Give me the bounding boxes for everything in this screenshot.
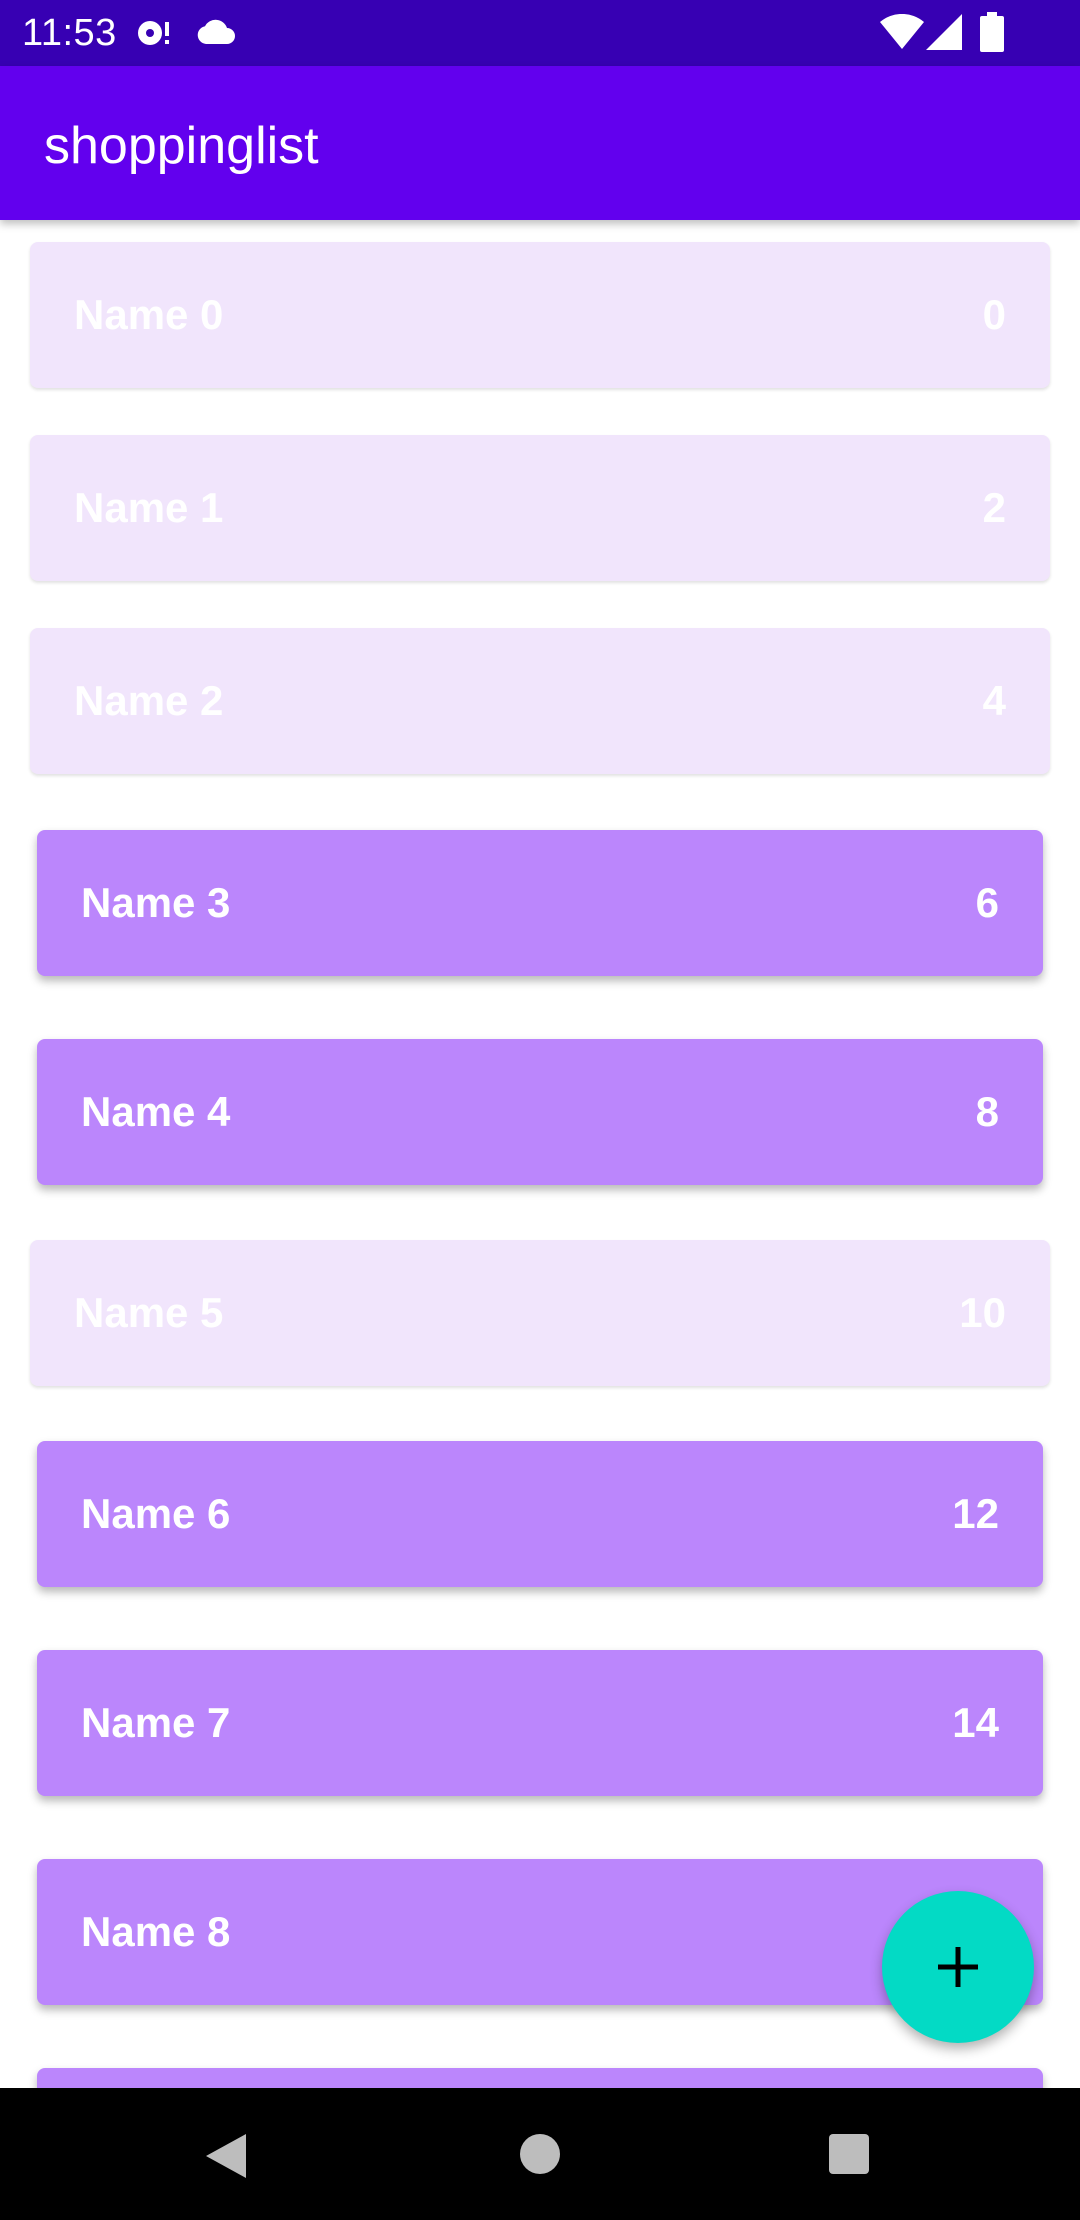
item-quantity: 4 <box>982 677 1006 724</box>
system-nav-bar <box>0 2088 1080 2220</box>
plus-icon <box>938 1947 978 1987</box>
item-quantity: 0 <box>982 291 1006 338</box>
list-item[interactable]: Name 0 0 <box>30 242 1050 388</box>
item-name: Name 0 <box>74 291 224 338</box>
sync-disc-icon <box>138 21 169 45</box>
list-item[interactable] <box>37 2068 1043 2088</box>
item-quantity: 10 <box>959 1289 1006 1336</box>
status-time: 11:53 <box>22 12 117 54</box>
app-title: shoppinglist <box>44 117 319 175</box>
item-quantity: 6 <box>975 879 999 926</box>
home-icon[interactable] <box>518 2132 562 2176</box>
item-name: Name 4 <box>81 1088 231 1135</box>
item-name: Name 6 <box>81 1490 231 1537</box>
item-quantity: 8 <box>975 1088 999 1135</box>
battery-icon <box>980 12 1004 52</box>
wifi-icon <box>880 14 924 49</box>
item-name: Name 2 <box>74 677 224 724</box>
cell-signal-icon <box>926 14 962 50</box>
item-name: Name 8 <box>81 1908 231 1955</box>
list-item[interactable]: Name 3 6 <box>37 830 1043 976</box>
list-item[interactable]: Name 2 4 <box>30 628 1050 774</box>
item-quantity: 12 <box>952 1490 999 1537</box>
shopping-list[interactable]: Name 0 0 Name 1 2 Name 2 4 Name 3 6 Name… <box>0 220 1080 2088</box>
recents-icon[interactable] <box>828 2133 870 2175</box>
list-item[interactable]: Name 1 2 <box>30 435 1050 581</box>
item-quantity: 14 <box>952 1699 999 1746</box>
item-name: Name 3 <box>81 879 231 926</box>
list-item[interactable]: Name 6 12 <box>37 1441 1043 1587</box>
add-item-fab[interactable] <box>882 1891 1034 2043</box>
list-item[interactable]: Name 4 8 <box>37 1039 1043 1185</box>
status-bar: 11:53 <box>0 0 1080 66</box>
back-icon[interactable] <box>204 2132 248 2180</box>
item-name: Name 1 <box>74 484 224 531</box>
item-name: Name 5 <box>74 1289 224 1336</box>
item-name: Name 7 <box>81 1699 231 1746</box>
item-quantity: 2 <box>982 484 1006 531</box>
list-item[interactable]: Name 7 14 <box>37 1650 1043 1796</box>
app-bar: shoppinglist <box>0 66 1080 220</box>
cloud-icon <box>197 19 235 44</box>
list-item[interactable]: Name 5 10 <box>30 1240 1050 1386</box>
